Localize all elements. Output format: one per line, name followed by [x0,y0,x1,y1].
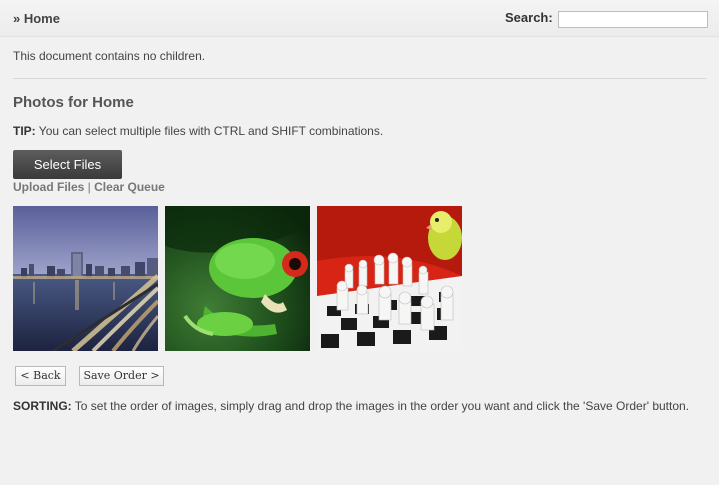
tip-label: TIP: [13,124,36,138]
sorting-instructions: SORTING: To set the order of images, sim… [13,399,689,413]
upload-files-link[interactable]: Upload Files [13,180,84,194]
save-order-button[interactable]: Save Order > [79,366,164,386]
search-label: Search: [505,10,553,25]
tip-text: TIP: You can select multiple files with … [13,124,383,138]
back-button[interactable]: < Back [15,366,66,386]
select-files-button[interactable]: Select Files [13,150,122,179]
top-bar: » Home Search: [0,0,719,37]
search-input[interactable] [558,11,708,28]
frog-image [165,206,310,351]
sorting-label: SORTING: [13,399,72,413]
section-divider [13,78,706,79]
upload-links: Upload Files | Clear Queue [13,180,165,194]
photos-section-title: Photos for Home [13,94,134,111]
photo-thumbnail-city[interactable] [13,206,158,351]
breadcrumb[interactable]: » Home [13,11,60,26]
link-separator: | [84,180,95,194]
no-children-notice: This document contains no children. [13,49,206,63]
sorting-body: To set the order of images, simply drag … [71,399,690,413]
city-skyline-image [13,206,158,351]
photo-thumbnail-chess[interactable] [317,206,462,351]
tip-body: You can select multiple files with CTRL … [35,124,384,138]
photo-thumbnail-frog[interactable] [165,206,310,351]
chess-parakeet-image [317,206,462,351]
clear-queue-link[interactable]: Clear Queue [94,180,165,194]
